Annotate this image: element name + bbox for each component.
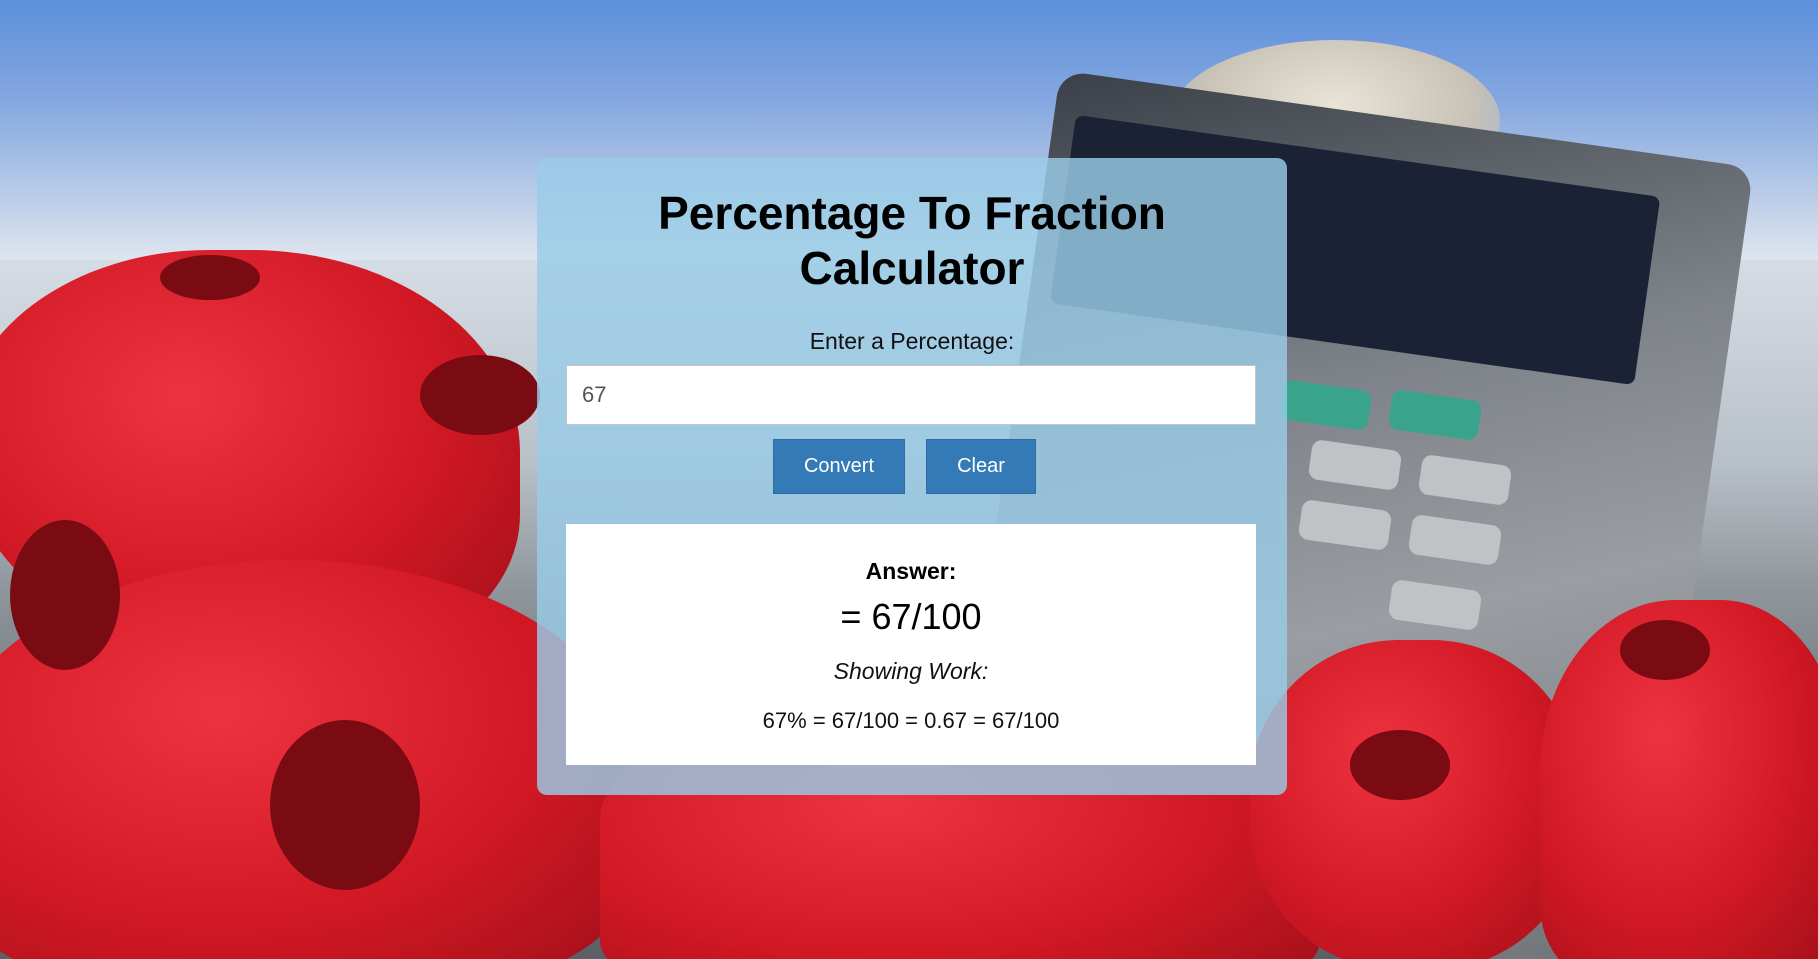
percentage-label: Enter a Percentage: [809,328,1015,354]
percent-hole [1350,730,1450,800]
page-title: Percentage To Fraction Calculator [537,186,1287,296]
calculator-card: Percentage To Fraction Calculator Enter … [537,158,1287,795]
page-title-line-2: Calculator [799,242,1025,294]
percent-hole [1620,620,1710,680]
work-label: Showing Work: [833,658,989,684]
convert-button[interactable]: Convert [773,439,905,494]
work-value: 67% = 67/100 = 0.67 = 67/100 [762,708,1060,733]
percent-hole [270,720,420,890]
answer-value: = 67/100 [840,596,982,637]
result-panel: Answer: = 67/100 Showing Work: 67% = 67/… [566,524,1256,765]
percent-hole [10,520,120,670]
percentage-input[interactable]: 67 [566,365,1256,425]
page-title-line-1: Percentage To Fraction [658,187,1166,239]
percent-shape [1250,640,1580,959]
clear-button[interactable]: Clear [926,439,1036,494]
answer-label: Answer: [865,558,957,584]
percent-hole [420,355,540,435]
percent-hole [160,255,260,300]
